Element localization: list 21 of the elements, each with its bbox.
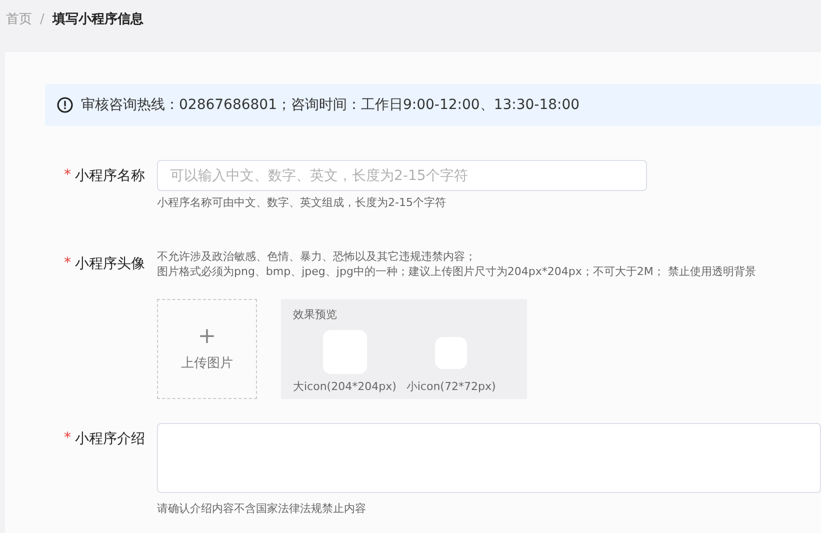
breadcrumb-link[interactable]: 首页 <box>6 10 32 28</box>
hint-text: 图片格式必须为png、bmp、jpeg、jpg中的一种；建议上传图片尺寸为204px*204px；不可大于2M； 禁止使用透明背景 <box>157 264 757 279</box>
hint-text: 不允许涉及政治敏感、色情、暴力、恐怖以及其它违规违禁内容； <box>157 249 477 264</box>
required-mark: * <box>64 430 71 448</box>
breadcrumb-current: 填写小程序信息 <box>52 10 144 28</box>
info-icon <box>57 97 73 113</box>
field-label: 小程序介绍 <box>75 430 145 449</box>
hint-text: 小程序名称可由中文、数字、英文组成，长度为2-15个字符 <box>157 195 447 210</box>
intro-textarea[interactable] <box>157 423 821 493</box>
required-mark: * <box>64 255 71 273</box>
name-input[interactable]: 可以输入中文、数字、英文，长度为2-15个字符 <box>157 160 647 191</box>
hint-text: 请确认介绍内容不含国家法律法规禁止内容 <box>157 501 367 516</box>
notice-text: 审核咨询热线：02867686801；咨询时间：工作日9:00-12:00、13:30-18:00 <box>81 96 580 114</box>
field-label: 小程序头像 <box>75 255 145 274</box>
field-label: 小程序名称 <box>75 167 145 186</box>
upload-button[interactable]: + 上传图片 <box>157 299 257 399</box>
required-mark: * <box>64 167 71 185</box>
preview-caption: 大icon(204*204px) <box>293 379 396 394</box>
preview-title: 效果预览 <box>293 307 338 322</box>
preview-caption: 小icon(72*72px) <box>406 379 496 394</box>
breadcrumb-separator: / <box>40 12 44 26</box>
